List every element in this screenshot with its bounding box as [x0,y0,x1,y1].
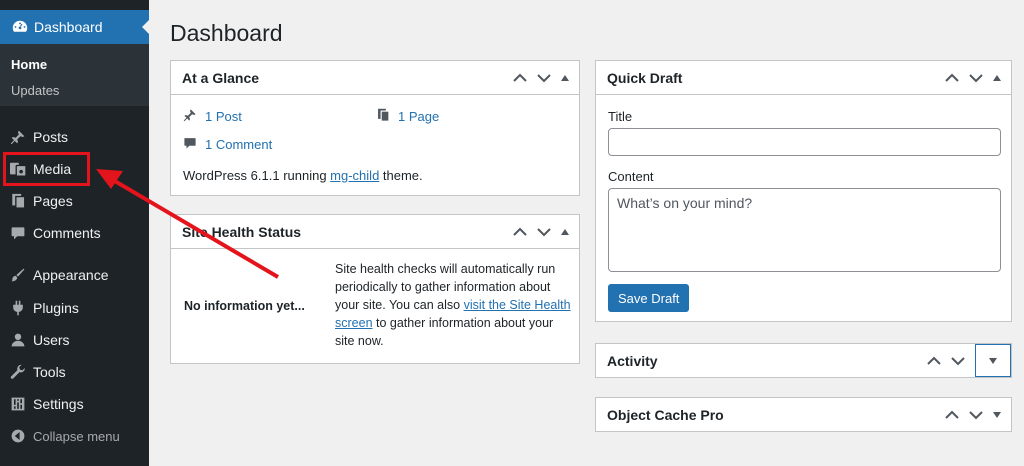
annotation-arrow [96,169,280,279]
